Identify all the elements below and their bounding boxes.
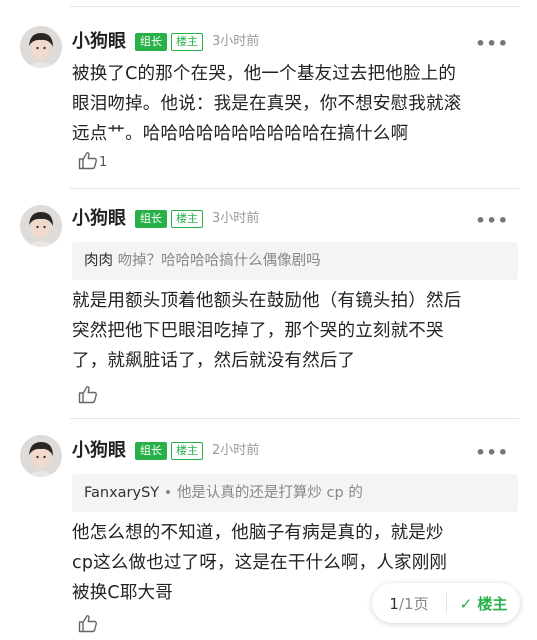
comment-body: 就是用额头顶着他额头在鼓励他（有镜头拍）然后 突然把他下巴眼泪吃掉了，那个哭的立… — [72, 286, 522, 376]
op-only-toggle[interactable]: ✓ 楼主 — [447, 593, 520, 614]
divider — [70, 188, 519, 189]
thumbs-up-icon — [78, 386, 97, 404]
like-button[interactable] — [78, 385, 98, 404]
divider — [70, 418, 519, 419]
username[interactable]: 小狗眼 — [72, 30, 126, 54]
op-badge: 楼主 — [171, 442, 203, 460]
post-time: 3小时前 — [212, 211, 260, 226]
post-time: 2小时前 — [212, 443, 260, 458]
quote-text: 他是认真的还是打算炒 cp 的 — [176, 485, 363, 501]
quote-text: 吻掉？哈哈哈哈搞什么偶像剧吗 — [117, 253, 321, 269]
comment-line: 眼泪吻掉。他说：我是在真哭，你不想安慰我就滚 — [72, 94, 462, 114]
comment-line: 了，就飙脏话了，然后就没有然后了 — [72, 351, 356, 371]
comment-line: cp这么做也过了呀，这是在干什么啊，人家刚刚 — [72, 553, 448, 573]
op-badge: 楼主 — [171, 33, 203, 51]
group-leader-badge: 组长 — [135, 33, 167, 51]
more-icon[interactable]: ••• — [475, 445, 509, 461]
current-page: 1 — [389, 594, 399, 613]
avatar[interactable] — [20, 26, 62, 68]
divider-top — [70, 6, 519, 7]
thumbs-up-icon — [78, 615, 97, 633]
group-leader-badge: 组长 — [135, 210, 167, 228]
comment-line: 他怎么想的不知道，他脑子有病是真的，就是炒 — [72, 523, 444, 543]
more-icon[interactable]: ••• — [475, 213, 509, 229]
comment-line: 突然把他下巴眼泪吃掉了，那个哭的立刻就不哭 — [72, 321, 444, 341]
username[interactable]: 小狗眼 — [72, 207, 126, 231]
comment-body: 被换了C的那个在哭，他一个基友过去把他脸上的 眼泪吻掉。他说：我是在真哭，你不想… — [72, 59, 522, 149]
comment-line: 就是用额头顶着他额头在鼓励他（有镜头拍）然后 — [72, 291, 462, 311]
post-time: 3小时前 — [212, 34, 260, 49]
quote-author: FanxarySY — [84, 485, 160, 501]
quoted-reply[interactable]: FanxarySY • 他是认真的还是打算炒 cp 的 — [72, 474, 518, 512]
username[interactable]: 小狗眼 — [72, 439, 126, 463]
check-icon: ✓ — [459, 594, 473, 613]
op-badge: 楼主 — [171, 210, 203, 228]
page-navigator: 1/1页 ✓ 楼主 — [372, 583, 520, 623]
like-button[interactable]: 1 — [78, 151, 107, 170]
comment-line: 被换了C的那个在哭，他一个基友过去把他脸上的 — [72, 64, 457, 84]
avatar[interactable] — [20, 205, 62, 247]
page-selector[interactable]: 1/1页 — [372, 593, 446, 614]
total-pages: /1页 — [398, 594, 429, 613]
quoted-reply[interactable]: 肉肉 吻掉？哈哈哈哈搞什么偶像剧吗 — [72, 242, 518, 280]
comment-line: 远点艹。哈哈哈哈哈哈哈哈哈哈在搞什么啊 — [72, 124, 409, 144]
avatar[interactable] — [20, 435, 62, 477]
like-button[interactable] — [78, 614, 98, 633]
like-count: 1 — [99, 155, 108, 170]
thumbs-up-icon — [78, 152, 97, 170]
group-leader-badge: 组长 — [135, 442, 167, 460]
op-only-label: 楼主 — [477, 594, 508, 613]
quote-author: 肉肉 — [84, 253, 113, 269]
more-icon[interactable]: ••• — [475, 36, 509, 52]
